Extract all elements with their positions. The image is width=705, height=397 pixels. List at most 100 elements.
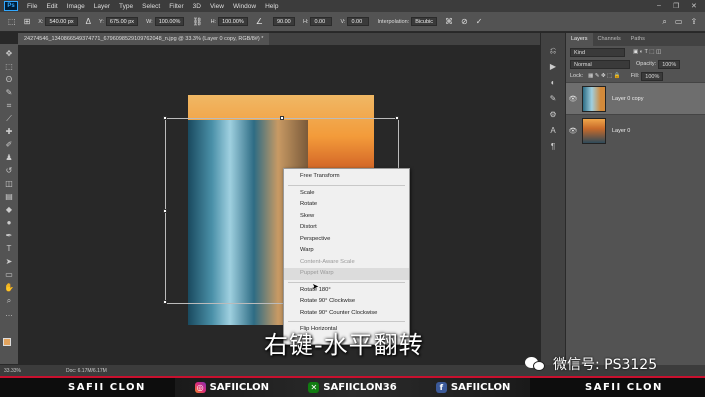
gradient-tool-icon[interactable]: ▤ [3, 191, 15, 203]
transform-handle[interactable] [163, 116, 167, 120]
tab-channels[interactable]: Channels [593, 33, 626, 46]
shape-tool-icon[interactable]: ▭ [3, 269, 15, 281]
lock-icons[interactable]: ▦ ✎ ✥ ⬚ 🔒 [588, 73, 621, 79]
vskew-field[interactable]: V: 0.00 [340, 17, 370, 26]
transform-handle[interactable] [280, 116, 284, 120]
marquee-tool-icon[interactable]: ⬚ [3, 61, 15, 73]
visibility-eye-icon[interactable]: 👁 [566, 127, 580, 135]
x-input[interactable]: 540.00 px [45, 17, 78, 26]
minimize-icon[interactable]: – [657, 2, 661, 9]
transform-tool-icon[interactable]: ⬚ [8, 17, 16, 26]
transform-handle[interactable] [395, 116, 399, 120]
menu-edit[interactable]: Edit [46, 3, 57, 10]
menu-window[interactable]: Window [233, 3, 256, 10]
menu-item-rotate-90-clockwise[interactable]: Rotate 90° Clockwise [284, 296, 409, 308]
menu-item-rotate-180[interactable]: Rotate 180° [284, 285, 409, 297]
stamp-tool-icon[interactable]: ♟ [3, 152, 15, 164]
layer-row[interactable]: 👁 Layer 0 [566, 114, 705, 146]
fill-input[interactable]: 100% [641, 71, 664, 81]
path-select-tool-icon[interactable]: ➤ [3, 256, 15, 268]
kind-filter-select[interactable]: Kind [570, 47, 625, 57]
adjustments-panel-icon[interactable]: ◐ [551, 75, 556, 91]
menu-file[interactable]: File [27, 3, 37, 10]
quick-select-tool-icon[interactable]: ✎ [3, 87, 15, 99]
more-tools-icon[interactable]: … [3, 308, 15, 320]
blur-tool-icon[interactable]: ◆ [3, 204, 15, 216]
actions-panel-icon[interactable]: ▶ [550, 59, 556, 75]
menu-item-free-transform[interactable]: Free Transform [284, 171, 409, 183]
transform-handle[interactable] [163, 300, 167, 304]
layer-row[interactable]: 👁 Layer 0 copy [566, 82, 705, 114]
tab-paths[interactable]: Paths [626, 33, 650, 46]
menu-item-rotate[interactable]: Rotate [284, 199, 409, 211]
menu-item-skew[interactable]: Skew [284, 211, 409, 223]
transform-handle[interactable] [163, 209, 167, 213]
zoom-tool-icon[interactable]: ⌕ [3, 295, 15, 307]
warp-mode-icon[interactable]: ⌘ [445, 17, 453, 26]
workspace-icon[interactable]: ▭ [675, 17, 683, 26]
brushes-panel-icon[interactable]: ✎ [550, 91, 557, 107]
x-field[interactable]: X: 540.00 px [38, 17, 78, 26]
restore-icon[interactable]: ❐ [673, 2, 679, 10]
properties-panel-icon[interactable]: ⚙ [549, 107, 556, 123]
document-canvas[interactable] [18, 45, 540, 365]
y-field[interactable]: Y: 675.00 px [99, 17, 139, 26]
link-icon[interactable]: ⛓ [192, 17, 202, 26]
menu-image[interactable]: Image [67, 3, 85, 10]
menu-help[interactable]: Help [265, 3, 278, 10]
crop-tool-icon[interactable]: ⌗ [3, 100, 15, 112]
tab-layers[interactable]: Layers [566, 33, 593, 46]
dodge-tool-icon[interactable]: ● [3, 217, 15, 229]
menu-view[interactable]: View [210, 3, 224, 10]
search-icon[interactable]: ⌕ [662, 17, 666, 27]
opacity-input[interactable]: 100% [658, 59, 681, 69]
angle-input[interactable]: 90.00 [272, 17, 295, 26]
hand-tool-icon[interactable]: ✋ [3, 282, 15, 294]
character-panel-icon[interactable]: A [550, 123, 555, 139]
menu-3d[interactable]: 3D [193, 3, 201, 10]
hskew-input[interactable]: 0.00 [310, 17, 333, 26]
eraser-tool-icon[interactable]: ◫ [3, 178, 15, 190]
menu-filter[interactable]: Filter [169, 3, 183, 10]
healing-tool-icon[interactable]: ✚ [3, 126, 15, 138]
lasso-tool-icon[interactable]: ʘ [3, 74, 15, 86]
w-input[interactable]: 100.00% [154, 17, 185, 26]
visibility-eye-icon[interactable]: 👁 [566, 95, 580, 103]
cancel-transform-icon[interactable]: ⊘ [461, 17, 468, 26]
menu-item-warp[interactable]: Warp [284, 245, 409, 257]
filter-icons[interactable]: ▣ ◐ T ⬚ ◫ [633, 49, 661, 55]
brush-tool-icon[interactable]: ✐ [3, 139, 15, 151]
history-panel-icon[interactable]: ⎌ [550, 43, 556, 59]
menu-select[interactable]: Select [142, 3, 160, 10]
interpolation-select[interactable]: Bicubic [411, 17, 437, 26]
close-icon[interactable]: ✕ [691, 2, 697, 10]
hskew-field[interactable]: H: 0.00 [303, 17, 333, 26]
angle-field[interactable]: 90.00 [271, 17, 295, 26]
foreground-color-swatch[interactable] [3, 338, 11, 346]
reference-point-icon[interactable]: ⊞ [24, 17, 31, 26]
pen-tool-icon[interactable]: ✒ [3, 230, 15, 242]
h-input[interactable]: 100.00% [218, 17, 248, 26]
h-field[interactable]: H: 100.00% [211, 17, 248, 26]
w-field[interactable]: W: 100.00% [146, 17, 185, 26]
menu-item-rotate-90-counter-clockwise[interactable]: Rotate 90° Counter Clockwise [284, 308, 409, 320]
paragraph-panel-icon[interactable]: ¶ [551, 139, 555, 155]
menu-item-scale[interactable]: Scale [284, 188, 409, 200]
history-brush-icon[interactable]: ↺ [3, 165, 15, 177]
vskew-input[interactable]: 0.00 [347, 17, 370, 26]
menu-item-distort[interactable]: Distort [284, 222, 409, 234]
document-tab[interactable]: 24274546_1340866549374771_67960985291097… [18, 33, 270, 45]
y-input[interactable]: 675.00 px [105, 17, 139, 26]
delta-icon[interactable]: Δ [86, 17, 91, 26]
menu-item-perspective[interactable]: Perspective [284, 234, 409, 246]
interpolation-field[interactable]: Interpolation: Bicubic [377, 17, 437, 26]
type-tool-icon[interactable]: T [3, 243, 15, 255]
menu-layer[interactable]: Layer [94, 3, 110, 10]
menu-type[interactable]: Type [119, 3, 133, 10]
zoom-level[interactable]: 33.33% [4, 368, 21, 374]
commit-transform-icon[interactable]: ✓ [476, 17, 483, 26]
blend-mode-select[interactable]: Normal [570, 59, 630, 69]
share-icon[interactable]: ⇪ [690, 17, 697, 26]
eyedropper-tool-icon[interactable]: ⟋ [3, 113, 15, 125]
move-tool-icon[interactable]: ✥ [3, 48, 15, 60]
